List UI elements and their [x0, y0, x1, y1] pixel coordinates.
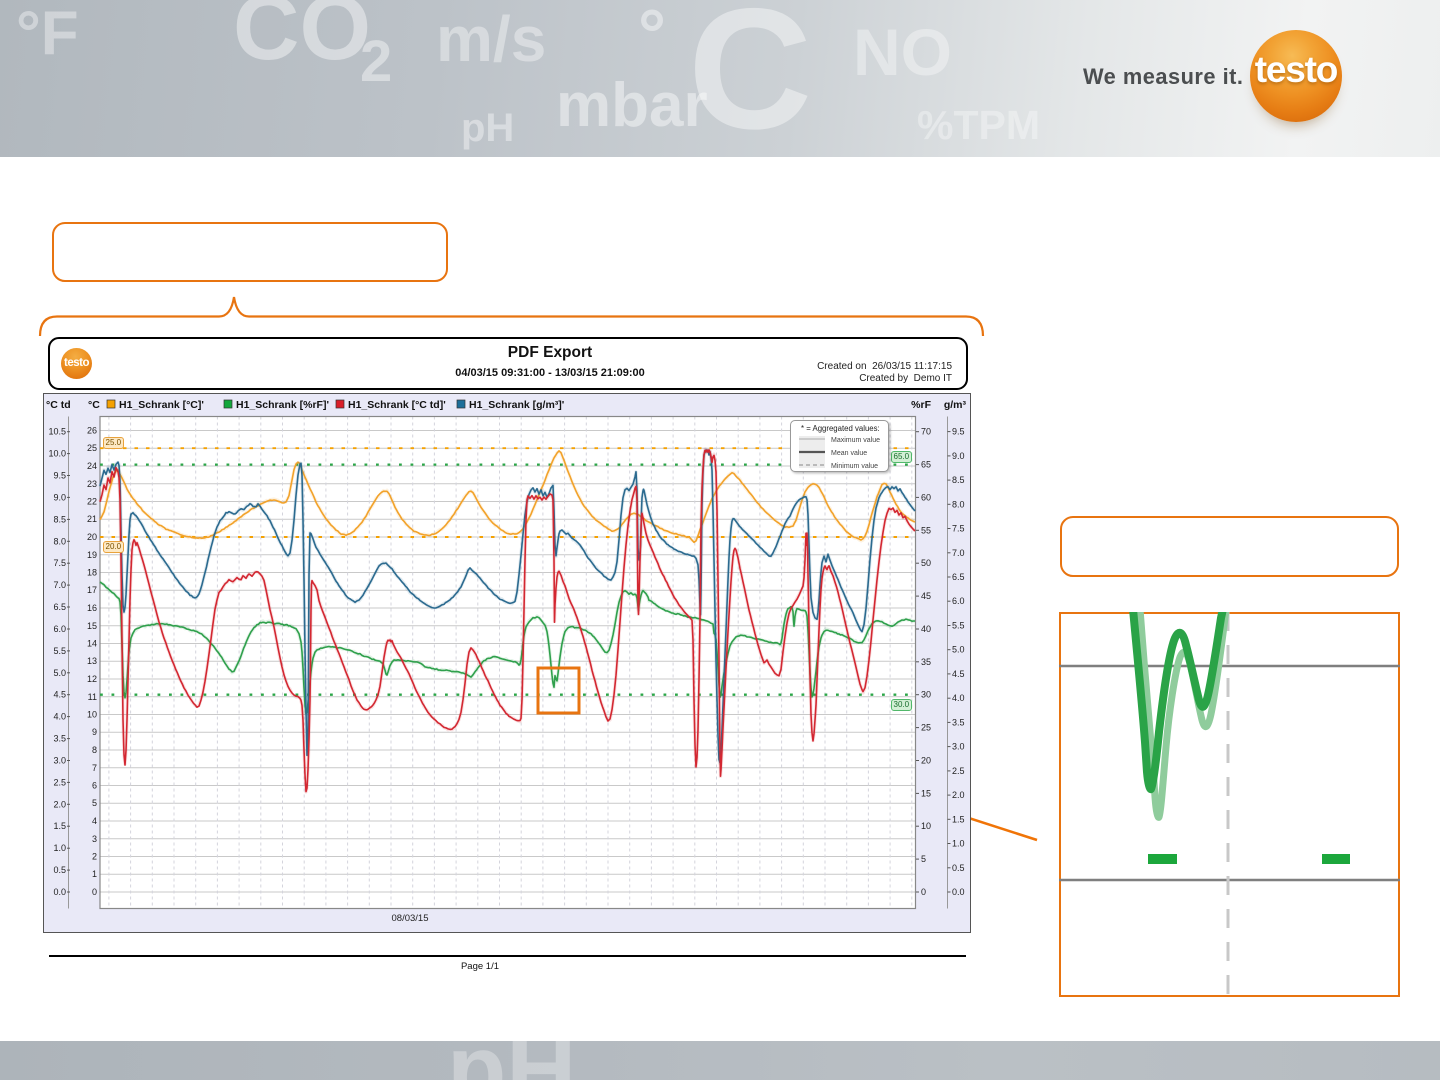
svg-text:4.0: 4.0: [952, 693, 965, 703]
svg-text:5.0: 5.0: [952, 645, 965, 655]
svg-text:4.0: 4.0: [53, 712, 66, 722]
svg-text:H1_Schrank [°C]': H1_Schrank [°C]': [119, 399, 204, 411]
svg-text:0: 0: [921, 887, 926, 897]
svg-text:24: 24: [87, 461, 97, 471]
svg-text:H1_Schrank [%rF]': H1_Schrank [%rF]': [236, 399, 329, 411]
svg-text:5.0: 5.0: [53, 668, 66, 678]
svg-text:23: 23: [87, 479, 97, 489]
svg-text:8.5: 8.5: [53, 514, 66, 524]
svg-text:15: 15: [921, 788, 931, 798]
svg-text:3.5: 3.5: [952, 717, 965, 727]
svg-text:1.5: 1.5: [952, 814, 965, 824]
svg-text:13: 13: [87, 656, 97, 666]
svg-text:9.0: 9.0: [53, 492, 66, 502]
svg-text:16: 16: [87, 603, 97, 613]
svg-text:9.5: 9.5: [952, 427, 965, 437]
svg-text:6.0: 6.0: [53, 624, 66, 634]
svg-text:4.5: 4.5: [53, 690, 66, 700]
svg-text:10.0: 10.0: [48, 449, 66, 459]
svg-text:9: 9: [92, 727, 97, 737]
svg-text:3: 3: [92, 834, 97, 844]
svg-text:9.5: 9.5: [53, 471, 66, 481]
svg-text:25: 25: [921, 723, 931, 733]
svg-text:19: 19: [87, 550, 97, 560]
svg-text:2.5: 2.5: [952, 766, 965, 776]
svg-text:26: 26: [87, 426, 97, 436]
svg-text:18: 18: [87, 568, 97, 578]
svg-text:°C td: °C td: [46, 399, 71, 411]
svg-text:3.0: 3.0: [952, 742, 965, 752]
svg-text:7.0: 7.0: [53, 580, 66, 590]
svg-text:9.0: 9.0: [952, 451, 965, 461]
svg-text:8: 8: [92, 745, 97, 755]
svg-text:Maximum value: Maximum value: [831, 437, 880, 444]
svg-text:15: 15: [87, 621, 97, 631]
svg-text:8.0: 8.0: [53, 536, 66, 546]
svg-text:H1_Schrank [°C td]': H1_Schrank [°C td]': [348, 399, 446, 411]
svg-text:8.5: 8.5: [952, 475, 965, 485]
svg-text:14: 14: [87, 639, 97, 649]
svg-text:2.5: 2.5: [53, 777, 66, 787]
svg-text:0.5: 0.5: [952, 863, 965, 873]
svg-text:6.5: 6.5: [53, 602, 66, 612]
svg-text:1.0: 1.0: [952, 839, 965, 849]
svg-text:10.5: 10.5: [48, 427, 66, 437]
svg-text:7.5: 7.5: [53, 558, 66, 568]
svg-text:Mean value: Mean value: [831, 450, 867, 457]
svg-text:21: 21: [87, 514, 97, 524]
svg-text:6.0: 6.0: [952, 596, 965, 606]
svg-text:3.0: 3.0: [53, 756, 66, 766]
svg-text:22: 22: [87, 497, 97, 507]
svg-text:1.5: 1.5: [53, 821, 66, 831]
svg-text:5.5: 5.5: [53, 646, 66, 656]
svg-text:7: 7: [92, 763, 97, 773]
svg-text:30: 30: [921, 690, 931, 700]
svg-text:4.5: 4.5: [952, 669, 965, 679]
svg-text:5.5: 5.5: [952, 621, 965, 631]
svg-text:4: 4: [92, 816, 97, 826]
svg-text:5: 5: [92, 798, 97, 808]
svg-text:2.0: 2.0: [53, 799, 66, 809]
svg-text:1.0: 1.0: [53, 843, 66, 853]
svg-text:g/m³: g/m³: [944, 399, 967, 411]
svg-text:H1_Schrank [g/m³]': H1_Schrank [g/m³]': [469, 399, 564, 411]
svg-text:3.5: 3.5: [53, 734, 66, 744]
svg-text:7.5: 7.5: [952, 524, 965, 534]
svg-text:0.5: 0.5: [53, 865, 66, 875]
svg-text:65: 65: [921, 460, 931, 470]
svg-text:10: 10: [921, 821, 931, 831]
svg-text:55: 55: [921, 525, 931, 535]
svg-text:7.0: 7.0: [952, 548, 965, 558]
svg-text:0: 0: [92, 887, 97, 897]
svg-text:Minimum value: Minimum value: [831, 463, 878, 470]
svg-text:0.0: 0.0: [53, 887, 66, 897]
svg-text:0.0: 0.0: [952, 887, 965, 897]
svg-text:1: 1: [92, 869, 97, 879]
svg-text:6: 6: [92, 781, 97, 791]
svg-text:5: 5: [921, 854, 926, 864]
svg-text:8.0: 8.0: [952, 499, 965, 509]
svg-text:35: 35: [921, 657, 931, 667]
svg-text:°C: °C: [88, 399, 100, 411]
svg-text:%rF: %rF: [911, 399, 931, 411]
svg-text:20: 20: [921, 756, 931, 766]
svg-text:40: 40: [921, 624, 931, 634]
svg-text:50: 50: [921, 558, 931, 568]
svg-text:2: 2: [92, 852, 97, 862]
svg-text:12: 12: [87, 674, 97, 684]
svg-text:08/03/15: 08/03/15: [392, 913, 429, 924]
svg-text:10: 10: [87, 710, 97, 720]
svg-text:60: 60: [921, 492, 931, 502]
svg-text:25: 25: [87, 443, 97, 453]
svg-text:11: 11: [88, 692, 97, 702]
svg-text:2.0: 2.0: [952, 790, 965, 800]
svg-text:17: 17: [87, 585, 97, 595]
svg-text:45: 45: [921, 591, 931, 601]
svg-text:20: 20: [87, 532, 97, 542]
svg-text:6.5: 6.5: [952, 572, 965, 582]
svg-text:70: 70: [921, 427, 931, 437]
